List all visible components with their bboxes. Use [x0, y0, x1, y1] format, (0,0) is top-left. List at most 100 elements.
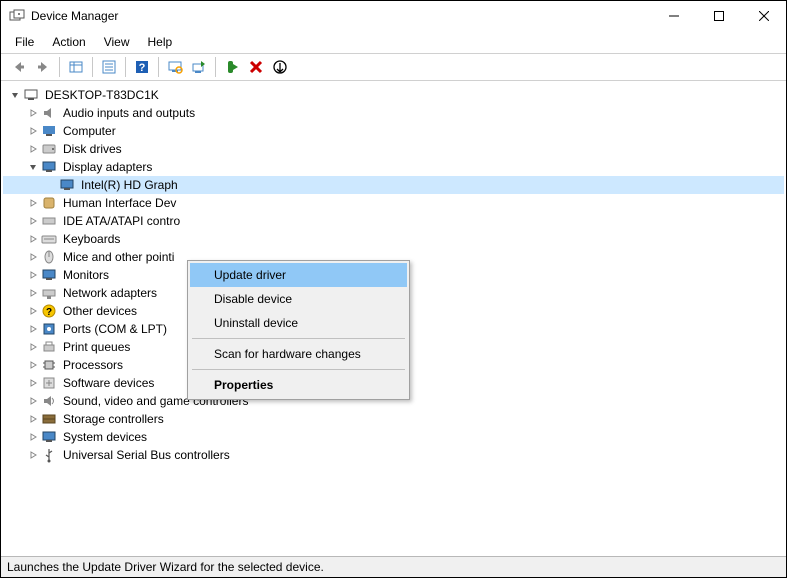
- software-device-icon: [41, 375, 57, 391]
- chevron-right-icon[interactable]: [25, 213, 41, 229]
- network-icon: [41, 285, 57, 301]
- mouse-icon: [41, 249, 57, 265]
- disable-device-button[interactable]: [268, 56, 292, 78]
- close-button[interactable]: [741, 2, 786, 31]
- ctx-separator: [192, 338, 405, 339]
- computer-icon: [41, 123, 57, 139]
- chevron-right-icon[interactable]: [25, 123, 41, 139]
- statusbar: Launches the Update Driver Wizard for th…: [1, 556, 786, 577]
- chevron-right-icon[interactable]: [25, 357, 41, 373]
- context-menu: Update driver Disable device Uninstall d…: [187, 260, 410, 400]
- tree-leaf-selected[interactable]: Intel(R) HD Graph: [3, 176, 784, 194]
- tree-node[interactable]: Universal Serial Bus controllers: [3, 446, 784, 464]
- chevron-right-icon[interactable]: [25, 429, 41, 445]
- tree-node-label: IDE ATA/ATAPI contro: [61, 214, 182, 228]
- toolbar-separator: [125, 57, 126, 77]
- uninstall-device-button[interactable]: [244, 56, 268, 78]
- tree-node-label: Print queues: [61, 340, 132, 354]
- status-text: Launches the Update Driver Wizard for th…: [7, 560, 324, 574]
- chevron-right-icon[interactable]: [25, 447, 41, 463]
- chevron-right-icon[interactable]: [25, 303, 41, 319]
- display-adapter-icon: [59, 177, 75, 193]
- tree-node-label: Processors: [61, 358, 125, 372]
- port-icon: [41, 321, 57, 337]
- ctx-scan-hardware[interactable]: Scan for hardware changes: [190, 342, 407, 366]
- toolbar-separator: [158, 57, 159, 77]
- menu-help[interactable]: Help: [140, 33, 181, 51]
- chevron-right-icon[interactable]: [25, 267, 41, 283]
- titlebar: Device Manager: [1, 1, 786, 31]
- window-title: Device Manager: [31, 9, 651, 23]
- chevron-right-icon[interactable]: [25, 231, 41, 247]
- properties-button[interactable]: [97, 56, 121, 78]
- forward-button[interactable]: [31, 56, 55, 78]
- scan-hardware-button[interactable]: [163, 56, 187, 78]
- tree-root[interactable]: DESKTOP-T83DC1K: [3, 86, 784, 104]
- svg-text:?: ?: [139, 62, 146, 74]
- keyboard-icon: [41, 231, 57, 247]
- chevron-right-icon[interactable]: [25, 195, 41, 211]
- storage-controller-icon: [41, 411, 57, 427]
- tree-node[interactable]: Storage controllers: [3, 410, 784, 428]
- ctx-properties[interactable]: Properties: [190, 373, 407, 397]
- help-button[interactable]: ?: [130, 56, 154, 78]
- chevron-right-icon[interactable]: [25, 285, 41, 301]
- minimize-button[interactable]: [651, 2, 696, 31]
- chevron-right-icon[interactable]: [25, 141, 41, 157]
- ctx-disable-device[interactable]: Disable device: [190, 287, 407, 311]
- monitor-icon: [41, 267, 57, 283]
- tree-node-label: Ports (COM & LPT): [61, 322, 169, 336]
- toolbar-separator: [59, 57, 60, 77]
- tree-pane[interactable]: DESKTOP-T83DC1K Audio inputs and outputs…: [1, 81, 786, 556]
- toolbar: ?: [1, 53, 786, 81]
- chevron-down-icon[interactable]: [7, 87, 23, 103]
- chevron-right-icon[interactable]: [25, 339, 41, 355]
- chevron-right-icon[interactable]: [25, 321, 41, 337]
- show-hide-tree-button[interactable]: [64, 56, 88, 78]
- tree-node-label: System devices: [61, 430, 149, 444]
- ctx-uninstall-device[interactable]: Uninstall device: [190, 311, 407, 335]
- chevron-right-icon[interactable]: [25, 411, 41, 427]
- tree-node[interactable]: Audio inputs and outputs: [3, 104, 784, 122]
- update-driver-button[interactable]: [187, 56, 211, 78]
- tree-node[interactable]: IDE ATA/ATAPI contro: [3, 212, 784, 230]
- chevron-right-icon[interactable]: [25, 105, 41, 121]
- tree-node[interactable]: Keyboards: [3, 230, 784, 248]
- tree-node-label: Monitors: [61, 268, 111, 282]
- menu-view[interactable]: View: [96, 33, 138, 51]
- tree-node-label: Keyboards: [61, 232, 122, 246]
- maximize-button[interactable]: [696, 2, 741, 31]
- tree-node[interactable]: Disk drives: [3, 140, 784, 158]
- ide-icon: [41, 213, 57, 229]
- chevron-right-icon[interactable]: [25, 249, 41, 265]
- usb-icon: [41, 447, 57, 463]
- tree-node-label: Human Interface Dev: [61, 196, 178, 210]
- system-device-icon: [41, 429, 57, 445]
- ctx-update-driver[interactable]: Update driver: [190, 263, 407, 287]
- tree-node[interactable]: Human Interface Dev: [3, 194, 784, 212]
- tree-root-label: DESKTOP-T83DC1K: [43, 88, 161, 102]
- app-icon: [9, 8, 25, 24]
- back-button[interactable]: [7, 56, 31, 78]
- disk-icon: [41, 141, 57, 157]
- tree-node[interactable]: Computer: [3, 122, 784, 140]
- tree-node-label: Display adapters: [61, 160, 154, 174]
- chevron-right-icon[interactable]: [25, 375, 41, 391]
- chevron-right-icon[interactable]: [25, 393, 41, 409]
- menu-file[interactable]: File: [7, 33, 42, 51]
- tree-node-label: Disk drives: [61, 142, 124, 156]
- tree-node-label: Computer: [61, 124, 118, 138]
- sound-icon: [41, 393, 57, 409]
- ctx-separator: [192, 369, 405, 370]
- toolbar-separator: [215, 57, 216, 77]
- display-adapter-icon: [41, 159, 57, 175]
- menu-action[interactable]: Action: [44, 33, 93, 51]
- svg-text:?: ?: [46, 307, 52, 318]
- enable-device-button[interactable]: [220, 56, 244, 78]
- tree-node-label: Mice and other pointi: [61, 250, 176, 264]
- chevron-down-icon[interactable]: [25, 159, 41, 175]
- tree-node[interactable]: System devices: [3, 428, 784, 446]
- tree-node-label: Storage controllers: [61, 412, 166, 426]
- tree-node-label: Universal Serial Bus controllers: [61, 448, 232, 462]
- tree-node[interactable]: Display adapters: [3, 158, 784, 176]
